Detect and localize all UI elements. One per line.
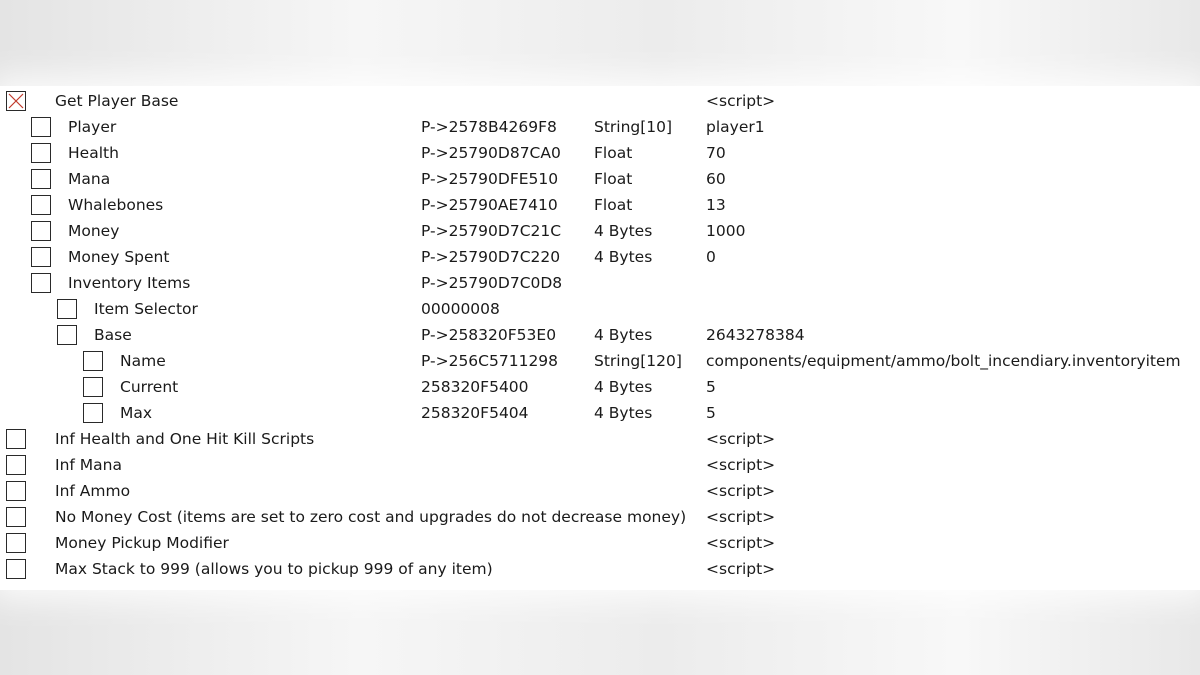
checkbox[interactable]: [6, 559, 26, 579]
entry-address: 258320F5404: [421, 404, 529, 422]
entry-value: 5: [706, 404, 716, 422]
table-row[interactable]: Player P->2578B4269F8 String[10] player1: [0, 114, 1200, 140]
entry-description: Max Stack to 999 (allows you to pickup 9…: [55, 560, 493, 578]
entry-value: player1: [706, 118, 765, 136]
checkbox[interactable]: [31, 221, 51, 241]
checkbox[interactable]: [83, 351, 103, 371]
checkbox[interactable]: [83, 377, 103, 397]
entry-address: P->25790D7C220: [421, 248, 561, 266]
entry-description: Current: [120, 378, 179, 396]
entry-type: Float: [594, 170, 633, 188]
entry-address: P->25790DFE510: [421, 170, 559, 188]
table-row[interactable]: Whalebones P->25790AE7410 Float 13: [0, 192, 1200, 218]
entry-description: Inf Health and One Hit Kill Scripts: [55, 430, 315, 448]
checkbox[interactable]: [31, 273, 51, 293]
table-row[interactable]: Inf Health and One Hit Kill Scripts <scri…: [0, 426, 1200, 452]
checkbox[interactable]: [6, 507, 26, 527]
cheat-table: Get Player Base <script> Player P->2578B426…: [0, 86, 1200, 590]
entry-value: 0: [706, 248, 716, 266]
table-row[interactable]: Max 258320F5404 4 Bytes 5: [0, 400, 1200, 426]
entry-description: Max: [120, 404, 153, 422]
table-row[interactable]: Money Spent P->25790D7C220 4 Bytes 0: [0, 244, 1200, 270]
entry-address: 258320F5400: [421, 378, 529, 396]
table-row[interactable]: Get Player Base <script>: [0, 88, 1200, 114]
entry-value: <script>: [706, 508, 776, 526]
entry-description: Item Selector: [94, 300, 198, 318]
checkbox[interactable]: [31, 143, 51, 163]
entry-value: 1000: [706, 222, 746, 240]
entry-description: Health: [68, 144, 119, 162]
table-row[interactable]: Inf Ammo <script>: [0, 478, 1200, 504]
entry-address: P->25790D7C21C: [421, 222, 562, 240]
entry-type: Float: [594, 196, 633, 214]
table-row[interactable]: Item Selector 00000008: [0, 296, 1200, 322]
entry-value: 70: [706, 144, 726, 162]
table-row[interactable]: Money Pickup Modifier <script>: [0, 530, 1200, 556]
table-row[interactable]: Max Stack to 999 (allows you to pickup 9…: [0, 556, 1200, 582]
entry-value: <script>: [706, 456, 776, 474]
entry-description: Whalebones: [68, 196, 164, 214]
entry-type: 4 Bytes: [594, 326, 653, 344]
entry-address: P->25790AE7410: [421, 196, 558, 214]
entry-value: 5: [706, 378, 716, 396]
checkbox[interactable]: [31, 247, 51, 267]
entry-value: 60: [706, 170, 726, 188]
entry-value: 2643278384: [706, 326, 805, 344]
entry-value: <script>: [706, 560, 776, 578]
entry-description: Inventory Items: [68, 274, 191, 292]
checkbox[interactable]: [31, 195, 51, 215]
table-row[interactable]: Inventory Items P->25790D7C0D8: [0, 270, 1200, 296]
table-row[interactable]: Money P->25790D7C21C 4 Bytes 1000: [0, 218, 1200, 244]
entry-description: Inf Mana: [55, 456, 122, 474]
table-row[interactable]: Name P->256C5711298 String[120] components/…: [0, 348, 1200, 374]
entry-address: 00000008: [421, 300, 500, 318]
x-mark-icon: [8, 93, 24, 109]
entry-description: Base: [94, 326, 132, 344]
entry-type: 4 Bytes: [594, 222, 653, 240]
entry-type: String[120]: [594, 352, 682, 370]
entry-type: 4 Bytes: [594, 404, 653, 422]
table-row[interactable]: Base P->258320F53E0 4 Bytes 2643278384: [0, 322, 1200, 348]
entry-description: Money Pickup Modifier: [55, 534, 229, 552]
entry-address: P->2578B4269F8: [421, 118, 557, 136]
checkbox[interactable]: [6, 533, 26, 553]
entry-description: Player: [68, 118, 117, 136]
entry-description: Money Spent: [68, 248, 170, 266]
table-row[interactable]: No Money Cost (items are set to zero cos…: [0, 504, 1200, 530]
entry-description: Mana: [68, 170, 111, 188]
entry-description: Money: [68, 222, 120, 240]
table-row[interactable]: Current 258320F5400 4 Bytes 5: [0, 374, 1200, 400]
table-row[interactable]: Health P->25790D87CA0 Float 70: [0, 140, 1200, 166]
entry-type: Float: [594, 144, 633, 162]
entry-address: P->258320F53E0: [421, 326, 557, 344]
entry-address: P->256C5711298: [421, 352, 559, 370]
entry-description: Get Player Base: [55, 92, 179, 110]
checkbox[interactable]: [6, 455, 26, 475]
table-row[interactable]: Inf Mana <script>: [0, 452, 1200, 478]
entry-description: Inf Ammo: [55, 482, 131, 500]
checkbox[interactable]: [57, 299, 77, 319]
checkbox[interactable]: [31, 169, 51, 189]
table-row[interactable]: Mana P->25790DFE510 Float 60: [0, 166, 1200, 192]
checkbox-checked[interactable]: [6, 91, 26, 111]
checkbox[interactable]: [57, 325, 77, 345]
entry-value: 13: [706, 196, 726, 214]
entry-value: <script>: [706, 430, 776, 448]
entry-address: P->25790D87CA0: [421, 144, 561, 162]
entry-type: 4 Bytes: [594, 378, 653, 396]
entry-value: <script>: [706, 92, 776, 110]
checkbox[interactable]: [83, 403, 103, 423]
checkbox[interactable]: [6, 429, 26, 449]
entry-type: String[10]: [594, 118, 673, 136]
entry-address: P->25790D7C0D8: [421, 274, 563, 292]
entry-description: Name: [120, 352, 166, 370]
entry-value: <script>: [706, 482, 776, 500]
entry-value: components/equipment/ammo/bolt_incendiar…: [706, 352, 1181, 370]
entry-type: 4 Bytes: [594, 248, 653, 266]
checkbox[interactable]: [6, 481, 26, 501]
entry-value: <script>: [706, 534, 776, 552]
entry-description: No Money Cost (items are set to zero cos…: [55, 508, 687, 526]
checkbox[interactable]: [31, 117, 51, 137]
